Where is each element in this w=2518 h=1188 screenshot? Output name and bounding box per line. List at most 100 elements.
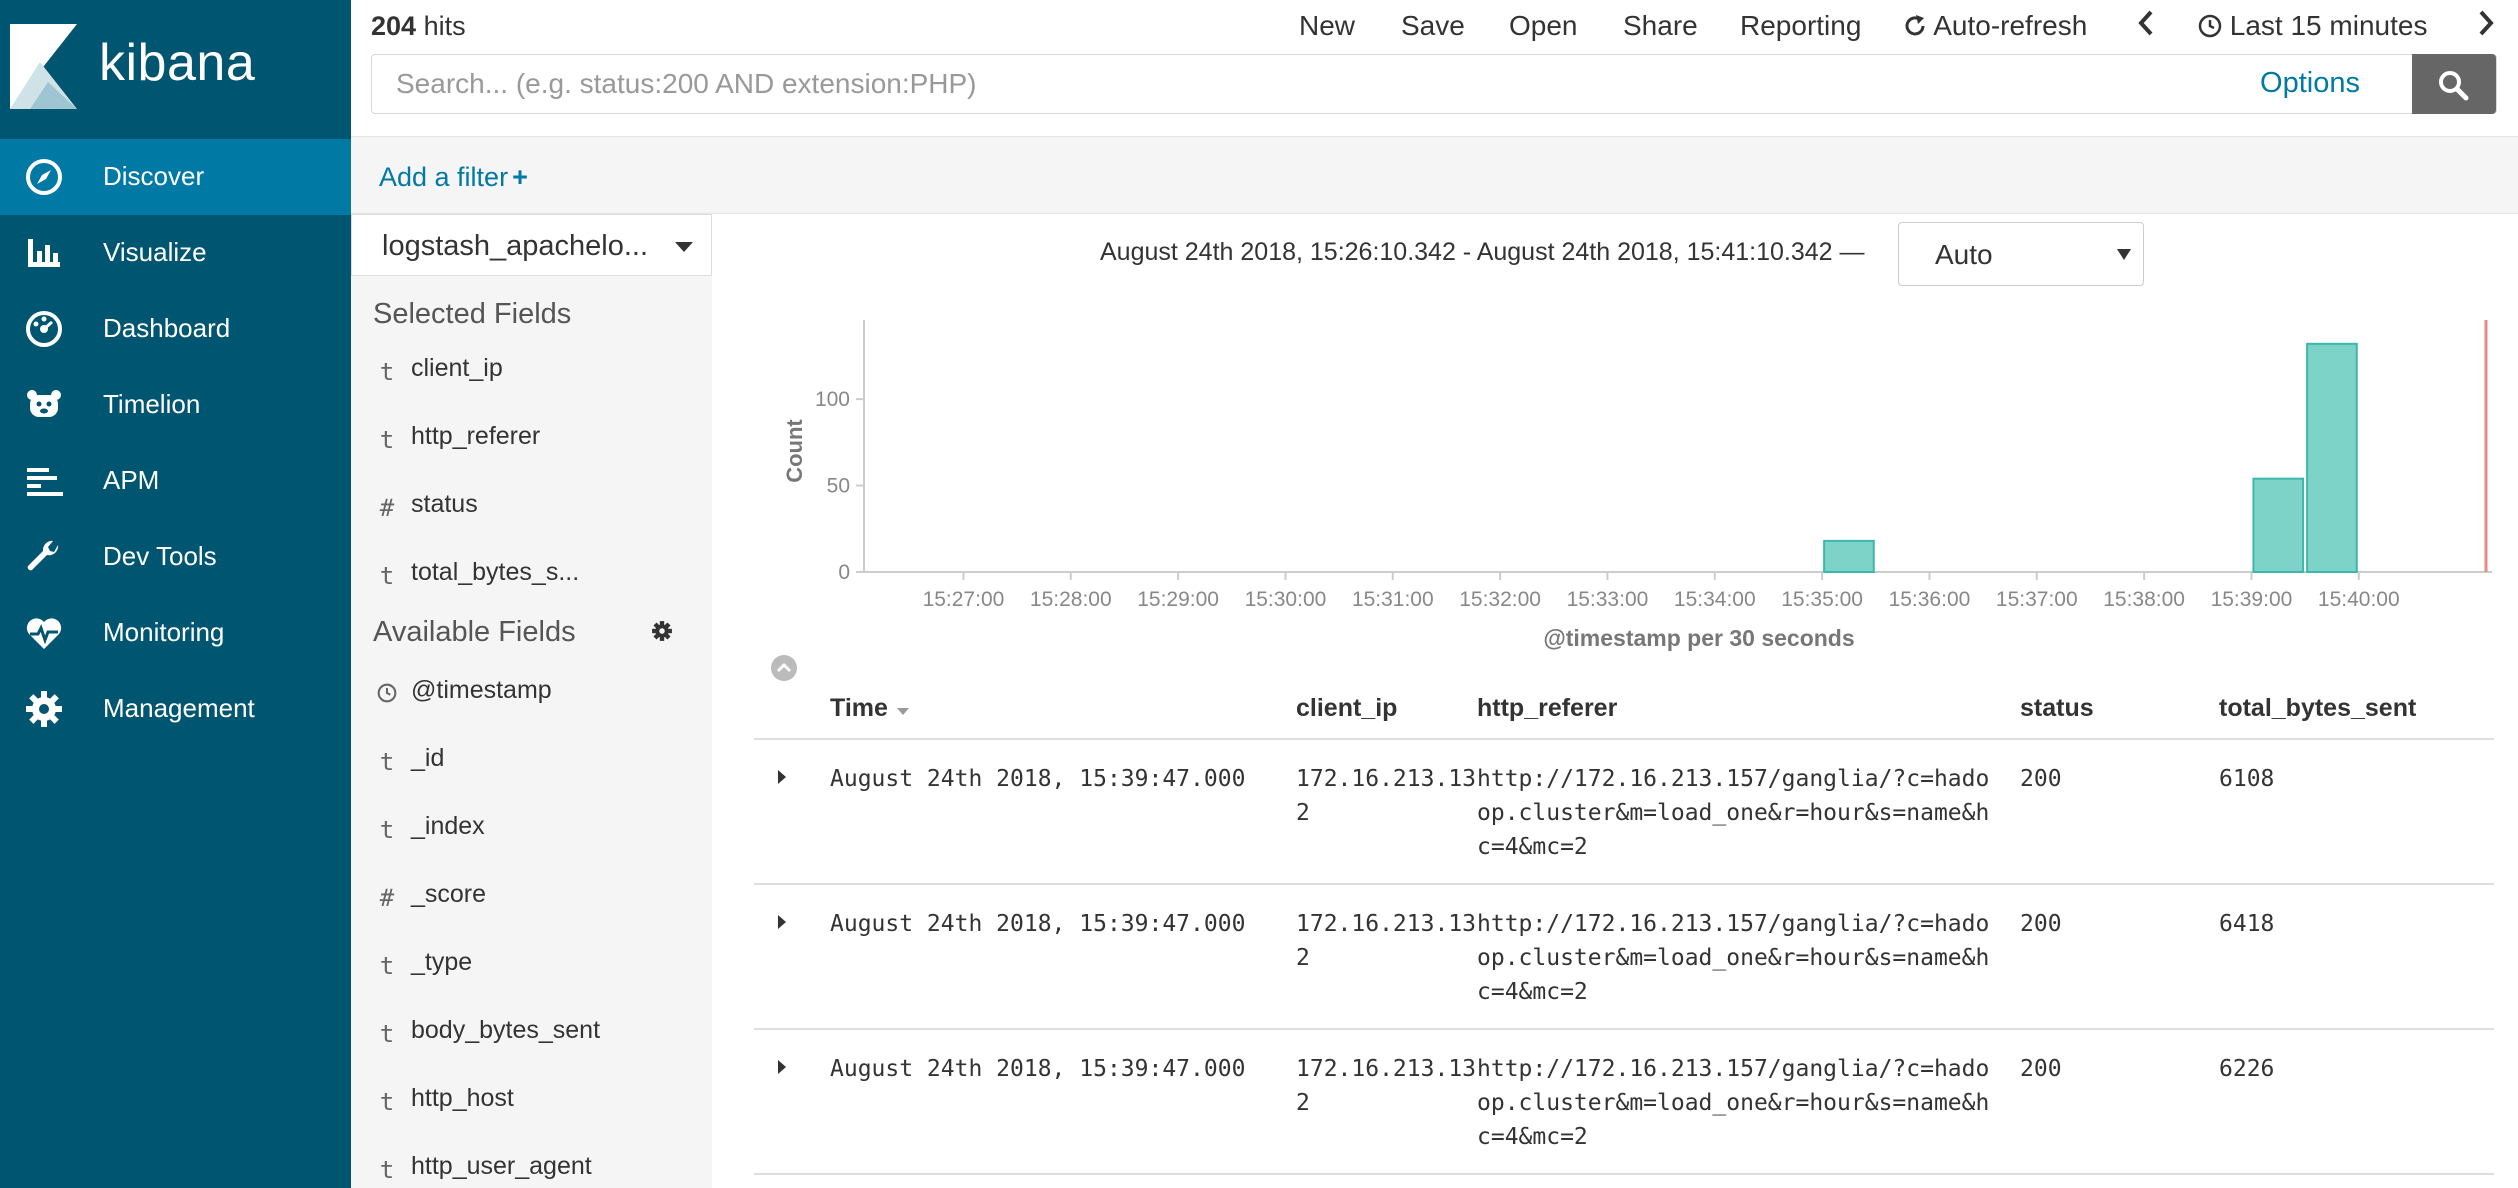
plus-icon: + <box>512 162 528 192</box>
discover-main: August 24th 2018, 15:26:10.342 - August … <box>712 214 2518 1188</box>
field-name: http_referer <box>411 422 541 450</box>
cell-total-bytes-sent: 6226 <box>2219 1056 2275 1082</box>
field-settings-gear-icon[interactable] <box>651 620 673 642</box>
field-list-panel: logstash_apachelo... Selected Fields t c… <box>351 214 712 1188</box>
sidebar-item-timelion[interactable]: Timelion <box>0 367 351 443</box>
sidebar-item-visualize[interactable]: Visualize <box>0 215 351 291</box>
auto-refresh-button[interactable]: Auto-refresh <box>1903 10 2087 42</box>
x-tick-label: 15:36:00 <box>1889 588 1971 611</box>
share-button[interactable]: Share <box>1623 10 1698 42</box>
column-header-total-bytes-sent[interactable]: total_bytes_sent <box>2219 694 2416 723</box>
cell-time: August 24th 2018, 15:39:47.000 <box>830 911 1246 937</box>
chevron-up-circle-icon[interactable] <box>770 654 798 682</box>
new-button[interactable]: New <box>1299 10 1355 42</box>
open-button[interactable]: Open <box>1509 10 1578 42</box>
apm-bars-icon <box>27 468 63 496</box>
time-picker-label: Last 15 minutes <box>2229 10 2428 41</box>
field-item[interactable]: t http_referer <box>351 422 712 490</box>
refresh-icon <box>1905 15 1925 36</box>
cell-status: 200 <box>2020 911 2062 937</box>
hits-label: hits <box>423 11 466 41</box>
sidebar-item-management[interactable]: Management <box>0 671 351 747</box>
sidebar-item-label: APM <box>103 465 160 495</box>
chart-bars <box>1823 342 2358 574</box>
field-item[interactable]: t _id <box>351 744 712 812</box>
column-header-client-ip[interactable]: client_ip <box>1296 694 1397 723</box>
compass-icon <box>26 159 62 195</box>
search-bar: Options <box>371 54 2497 114</box>
x-tick-label: 15:30:00 <box>1245 588 1327 611</box>
index-pattern-name: logstash_apachelo... <box>382 230 649 262</box>
time-picker-button[interactable]: Last 15 minutes <box>2198 10 2427 42</box>
histogram-bar <box>2306 342 2358 574</box>
x-tick-label: 15:35:00 <box>1781 588 1863 611</box>
cell-client-ip: 172.16.213.132 <box>1296 766 1477 826</box>
field-type-string-icon: t <box>379 1088 395 1116</box>
field-item[interactable]: t body_bytes_sent <box>351 1016 712 1084</box>
field-item[interactable]: t _type <box>351 948 712 1016</box>
sidebar-item-label: Management <box>103 693 255 723</box>
sort-caret-icon <box>896 708 909 715</box>
reporting-button[interactable]: Reporting <box>1740 10 1861 42</box>
kibana-logo-icon <box>10 24 77 109</box>
field-item[interactable]: t _index <box>351 812 712 880</box>
filter-bar: Add a filter + <box>351 136 2518 214</box>
sidebar-item-monitoring[interactable]: Monitoring <box>0 595 351 671</box>
x-axis-title: @timestamp per 30 seconds <box>1543 625 1854 651</box>
expand-row-icon[interactable] <box>778 770 786 784</box>
field-item[interactable]: # _score <box>351 880 712 948</box>
available-fields-title: Available Fields <box>373 616 576 648</box>
clock-icon <box>2198 14 2222 38</box>
add-filter-button[interactable]: Add a filter + <box>379 162 528 193</box>
sidebar-item-apm[interactable]: APM <box>0 443 351 519</box>
field-item[interactable]: t client_ip <box>351 354 712 422</box>
index-pattern-select[interactable]: logstash_apachelo... <box>351 214 712 276</box>
search-options-link[interactable]: Options <box>2260 67 2360 100</box>
sidebar-item-label: Timelion <box>103 389 201 419</box>
table-row: August 24th 2018, 15:39:47.000 172.16.21… <box>754 1030 2494 1175</box>
x-tick-label: 15:27:00 <box>923 588 1005 611</box>
sidebar-item-label: Visualize <box>103 237 207 267</box>
cell-status: 200 <box>2020 766 2062 792</box>
field-item[interactable]: # status <box>351 490 712 558</box>
histogram-chart: 0 50 100 15:27:00 15:28:00 15:29:00 15:30:00 15… <box>782 320 2492 651</box>
sidebar-item-dashboard[interactable]: Dashboard <box>0 291 351 367</box>
save-button[interactable]: Save <box>1401 10 1465 42</box>
x-tick-label: 15:32:00 <box>1459 588 1541 611</box>
time-forward-button[interactable] <box>2475 8 2497 45</box>
field-item[interactable]: @timestamp <box>351 676 712 744</box>
gear-icon <box>26 691 62 727</box>
search-button[interactable] <box>2412 54 2496 114</box>
y-axis-title: Count <box>782 419 807 483</box>
column-header-status[interactable]: status <box>2020 694 2094 723</box>
sidebar-item-discover[interactable]: Discover <box>0 139 351 215</box>
kibana-logo[interactable]: kibana <box>0 0 351 136</box>
sidebar: kibana Discover Visualize Dashboard Time… <box>0 0 351 1188</box>
sidebar-item-dev-tools[interactable]: Dev Tools <box>0 519 351 595</box>
field-type-string-icon: t <box>379 358 395 386</box>
cell-http-referer: http://172.16.213.157/ganglia/?c=hadoop.… <box>1477 1056 1990 1150</box>
column-header-label: Time <box>830 694 888 722</box>
caret-down-icon <box>2117 249 2131 260</box>
bar-chart-icon <box>28 239 60 267</box>
column-header-http-referer[interactable]: http_referer <box>1477 694 1617 723</box>
interval-select[interactable]: Auto <box>1898 222 2144 286</box>
histogram-bar <box>2252 477 2305 574</box>
field-name: body_bytes_sent <box>411 1016 601 1044</box>
column-header-time[interactable]: Time <box>830 694 911 723</box>
field-type-string-icon: t <box>379 952 395 980</box>
cell-http-referer: http://172.16.213.157/ganglia/?c=hadoop.… <box>1477 766 1990 860</box>
x-tick-label: 15:33:00 <box>1567 588 1649 611</box>
field-item[interactable]: t http_host <box>351 1084 712 1152</box>
cell-http-referer: http://172.16.213.157/ganglia/?c=hadoop.… <box>1477 911 1990 1005</box>
y-tick-label: 0 <box>838 561 850 584</box>
cell-client-ip: 172.16.213.132 <box>1296 911 1477 971</box>
field-item[interactable]: t http_user_agent <box>351 1152 712 1188</box>
field-name: client_ip <box>411 354 503 382</box>
field-name: _type <box>411 948 473 976</box>
expand-row-icon[interactable] <box>778 1060 786 1074</box>
wrench-icon <box>27 540 59 571</box>
search-input[interactable] <box>372 55 2272 113</box>
time-back-button[interactable] <box>2135 8 2157 45</box>
expand-row-icon[interactable] <box>778 915 786 929</box>
